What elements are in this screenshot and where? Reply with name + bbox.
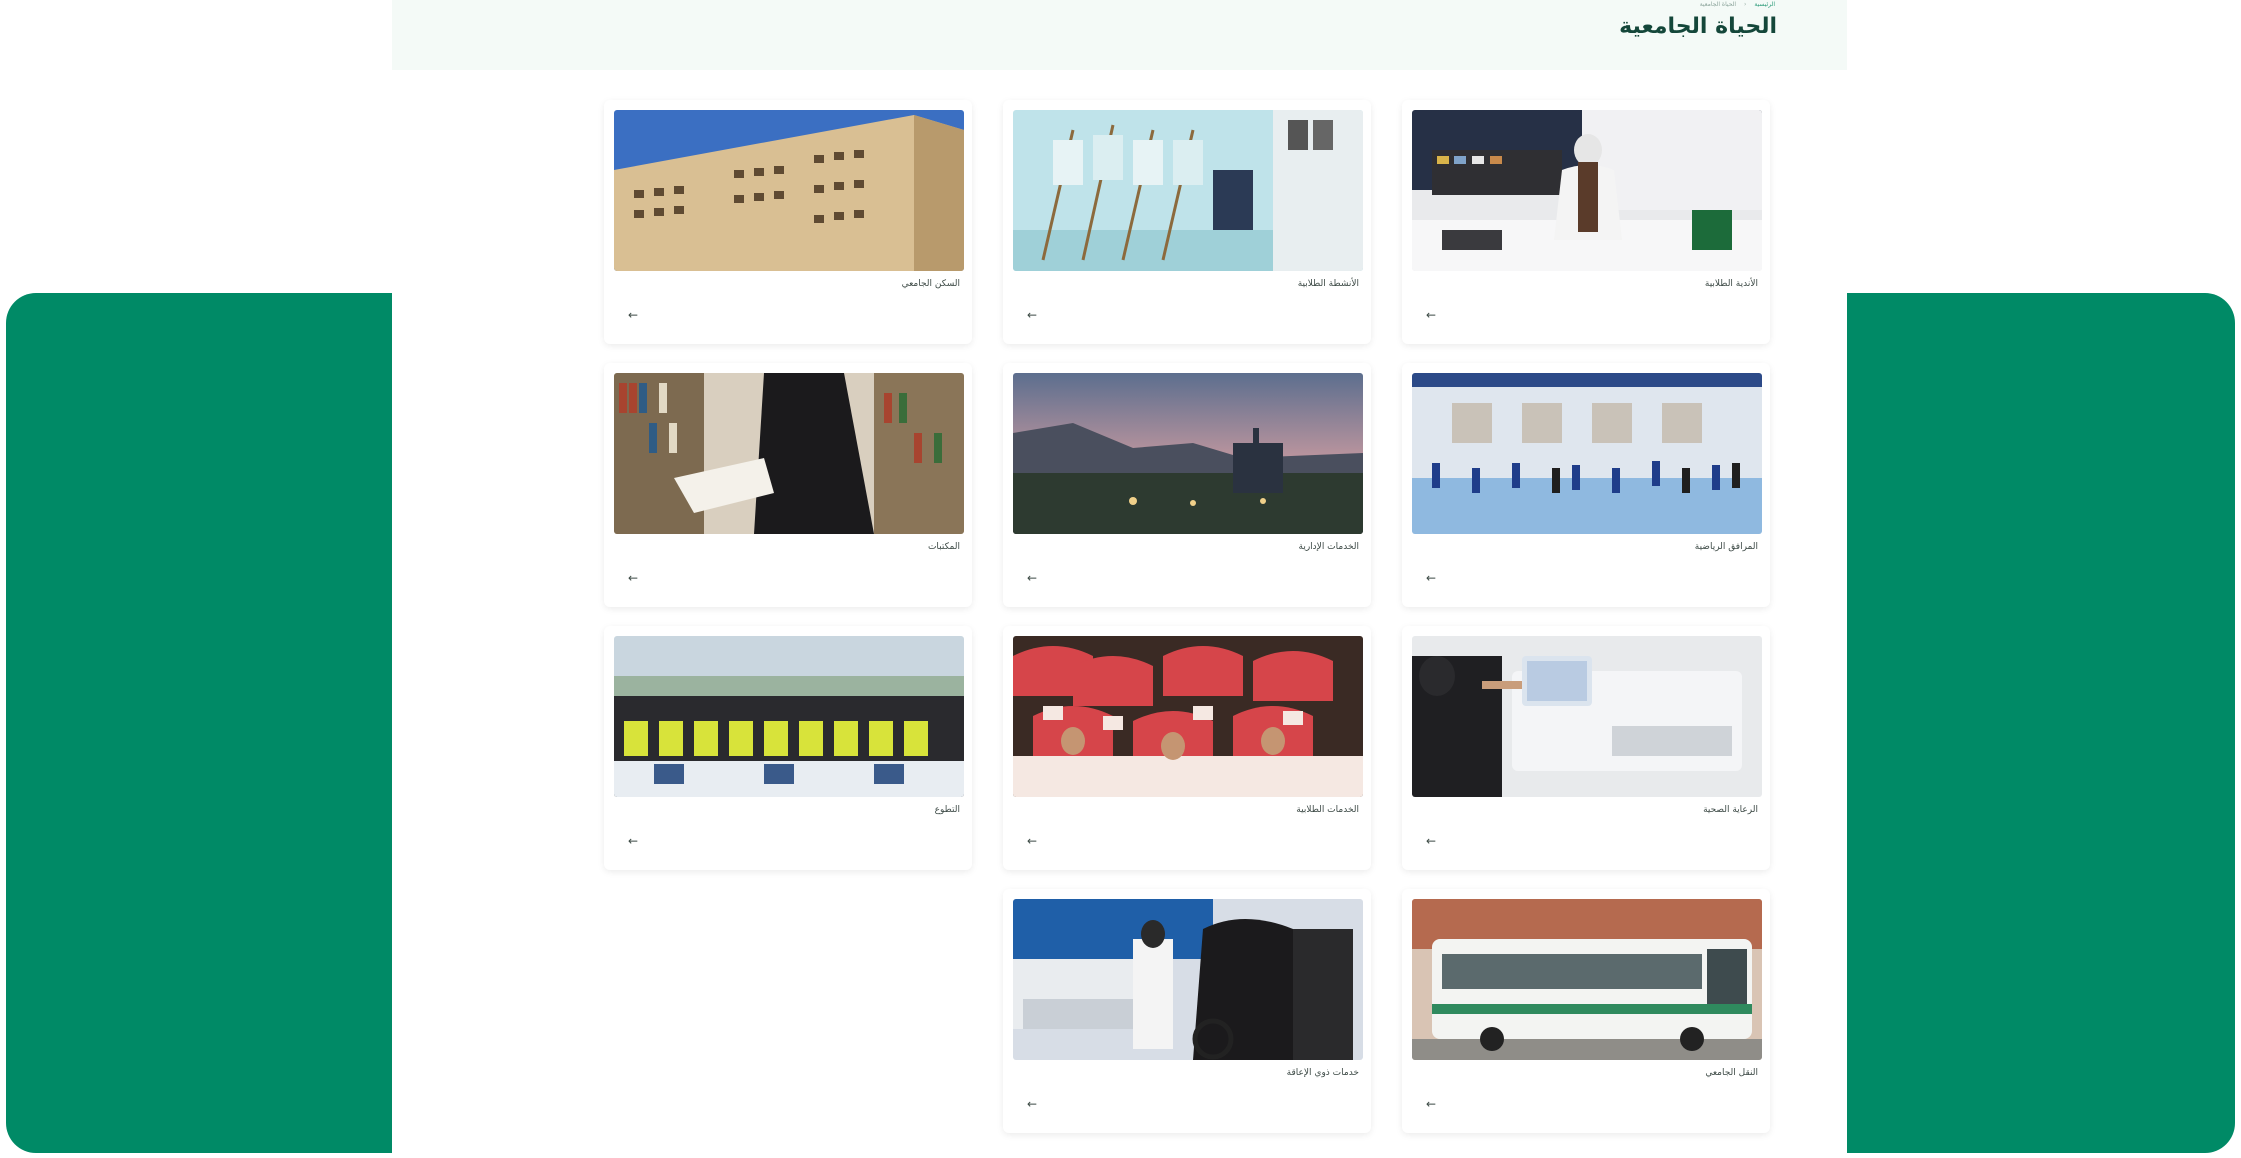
breadcrumb: الرئيسية ‹ الحياة الجامعية (1700, 1, 1775, 8)
card-housing[interactable]: السكن الجامعي ← (604, 100, 972, 344)
card-label: المرافق الرياضية (1694, 542, 1758, 552)
arrow-left-icon[interactable]: ← (1426, 309, 1436, 321)
arrow-left-icon[interactable]: ← (628, 572, 638, 584)
arrow-left-icon[interactable]: ← (1426, 572, 1436, 584)
page-title: الحياة الجامعية (1619, 14, 1777, 39)
decorative-panel-left (6, 293, 446, 1153)
breadcrumb-home-link[interactable]: الرئيسية (1754, 1, 1775, 8)
card-label: التطوع (934, 805, 960, 815)
volunteers-photo (614, 636, 964, 797)
arrow-left-icon[interactable]: ← (628, 309, 638, 321)
card-image (1013, 899, 1363, 1060)
card-image (1013, 110, 1363, 271)
card-image (614, 636, 964, 797)
card-image (1412, 373, 1762, 534)
card-image (1412, 636, 1762, 797)
students-gathering-photo (1013, 636, 1363, 797)
arrow-left-icon[interactable]: ← (1027, 835, 1037, 847)
card-label: المكتبات (927, 542, 960, 552)
card-image (1013, 373, 1363, 534)
campus-landscape-photo (1013, 373, 1363, 534)
arrow-left-icon[interactable]: ← (628, 835, 638, 847)
card-label: الأنشطة الطلابية (1297, 279, 1359, 289)
arrow-left-icon[interactable]: ← (1027, 572, 1037, 584)
card-sports-facilities[interactable]: المرافق الرياضية ← (1402, 363, 1770, 607)
card-transport[interactable]: النقل الجامعي ← (1402, 889, 1770, 1133)
breadcrumb-separator: ‹ (1744, 1, 1747, 8)
card-label: خدمات ذوي الإعاقة (1286, 1068, 1359, 1078)
arrow-left-icon[interactable]: ← (1426, 835, 1436, 847)
arrow-left-icon[interactable]: ← (1027, 309, 1037, 321)
decorative-panel-right (1795, 293, 2235, 1153)
bus-photo (1412, 899, 1762, 1060)
card-image (1412, 899, 1762, 1060)
sports-facilities-photo (1412, 373, 1762, 534)
card-student-activities[interactable]: الأنشطة الطلابية ← (1003, 100, 1371, 344)
card-image (1412, 110, 1762, 271)
arrow-left-icon[interactable]: ← (1027, 1098, 1037, 1110)
health-care-photo (1412, 636, 1762, 797)
disability-services-photo (1013, 899, 1363, 1060)
card-label: الأندية الطلابية (1704, 279, 1758, 289)
card-administrative-services[interactable]: الخدمات الإدارية ← (1003, 363, 1371, 607)
card-image (614, 110, 964, 271)
card-image (614, 373, 964, 534)
card-disability-services[interactable]: خدمات ذوي الإعاقة ← (1003, 889, 1371, 1133)
campus-life-page: الرئيسية ‹ الحياة الجامعية الحياة الجامع… (392, 0, 1847, 1158)
card-student-clubs[interactable]: الأندية الطلابية ← (1402, 100, 1770, 344)
card-student-services[interactable]: الخدمات الطلابية ← (1003, 626, 1371, 870)
card-image (1013, 636, 1363, 797)
arrow-left-icon[interactable]: ← (1426, 1098, 1436, 1110)
student-activities-photo (1013, 110, 1363, 271)
card-health-care[interactable]: الرعاية الصحية ← (1402, 626, 1770, 870)
card-label: النقل الجامعي (1705, 1068, 1758, 1078)
card-label: الخدمات الطلابية (1296, 805, 1359, 815)
card-libraries[interactable]: المكتبات ← (604, 363, 972, 607)
student-clubs-photo (1412, 110, 1762, 271)
housing-photo (614, 110, 964, 271)
breadcrumb-current: الحياة الجامعية (1699, 1, 1737, 8)
card-label: الخدمات الإدارية (1298, 542, 1360, 552)
screen: الرئيسية ‹ الحياة الجامعية الحياة الجامع… (0, 0, 2241, 1158)
page-header: الرئيسية ‹ الحياة الجامعية الحياة الجامع… (392, 0, 1847, 70)
card-label: السكن الجامعي (901, 279, 960, 289)
card-volunteering[interactable]: التطوع ← (604, 626, 972, 870)
library-photo (614, 373, 964, 534)
card-label: الرعاية الصحية (1703, 805, 1758, 815)
